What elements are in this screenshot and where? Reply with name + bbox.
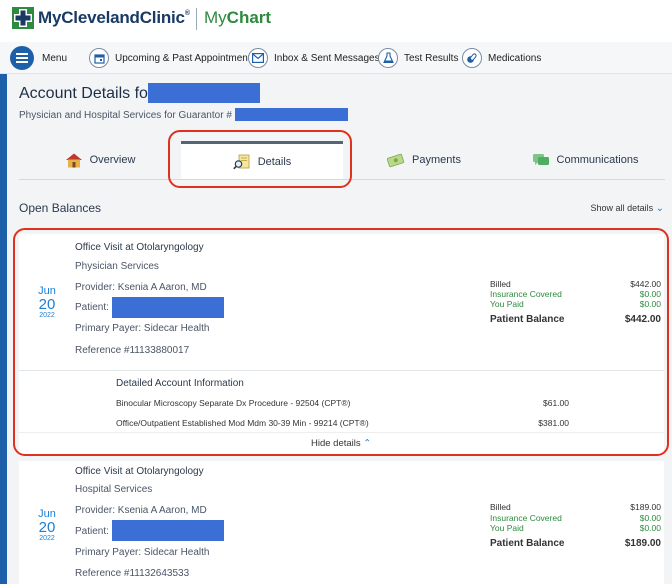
you-paid-amount: $0.00 — [639, 523, 661, 533]
insurance-amount: $0.00 — [639, 513, 661, 523]
tab-communications-label: Communications — [556, 154, 639, 166]
redacted-account-name — [148, 83, 260, 103]
nav-appointments[interactable]: Upcoming & Past Appointments — [89, 42, 256, 74]
tab-payments-label: Payments — [412, 154, 461, 166]
visit-payer: Primary Payer: Sidecar Health — [75, 547, 210, 558]
patient-balance-label: Patient Balance — [490, 538, 565, 549]
visit-day: 20 — [38, 519, 56, 536]
nav-medications[interactable]: Medications — [462, 42, 541, 74]
nav-messages[interactable]: Inbox & Sent Messages — [248, 42, 380, 74]
open-balances-title: Open Balances — [19, 201, 102, 215]
details-tab-highlight — [168, 130, 352, 188]
money-icon — [387, 153, 405, 168]
visit-service: Hospital Services — [75, 484, 153, 495]
tab-overview-label: Overview — [89, 154, 136, 166]
billed-amount: $189.00 — [630, 502, 661, 512]
visit-card-highlight — [13, 228, 669, 456]
mychart-logo[interactable]: MyChart — [204, 8, 271, 28]
billed-label: Billed — [490, 502, 511, 512]
page-subtitle: Physician and Hospital Services for Guar… — [19, 110, 232, 121]
tab-overview[interactable]: Overview — [19, 141, 181, 179]
brand-name[interactable]: MyClevelandClinic® — [38, 8, 190, 28]
redacted-guarantor-number — [235, 108, 348, 121]
cleveland-clinic-logo-icon — [12, 7, 34, 29]
menu-label: Menu — [42, 52, 68, 64]
visit-year: 2022 — [39, 535, 55, 542]
nav-appointments-label: Upcoming & Past Appointments — [115, 52, 256, 64]
tab-payments[interactable]: Payments — [343, 141, 505, 179]
visit-title: Office Visit at Otolaryngology — [75, 466, 204, 477]
page-title: Account Details for — [19, 85, 154, 102]
pills-icon — [462, 48, 482, 68]
logo-divider — [196, 8, 197, 30]
patient-balance-amount: $189.00 — [624, 538, 661, 549]
menu-button[interactable]: Menu — [10, 42, 67, 74]
visit-patient-label: Patient: — [75, 526, 109, 537]
flask-icon — [378, 48, 398, 68]
nav-bar: Menu Upcoming & Past Appointments Inbox … — [0, 42, 672, 74]
calendar-icon — [89, 48, 109, 68]
nav-test-results-label: Test Results — [404, 52, 459, 64]
tab-communications[interactable]: Communications — [505, 141, 665, 179]
chevron-down-icon: ⌄ — [655, 203, 664, 214]
hamburger-icon — [10, 46, 34, 70]
envelope-icon — [248, 48, 268, 68]
visit-reference: Reference #11132643533 — [75, 568, 190, 579]
house-icon — [65, 153, 82, 168]
you-paid-label: You Paid — [490, 523, 524, 533]
insurance-label: Insurance Covered — [490, 513, 562, 523]
left-accent-stripe — [0, 74, 7, 584]
show-all-details-link[interactable]: Show all details ⌄ — [591, 203, 664, 214]
nav-medications-label: Medications — [488, 52, 542, 64]
nav-test-results[interactable]: Test Results — [378, 42, 458, 74]
header: MyClevelandClinic® MyChart — [0, 0, 672, 38]
chat-bubbles-icon — [532, 154, 549, 165]
visit-provider: Provider: Ksenia A Aaron, MD — [75, 505, 207, 516]
redacted-patient-name — [112, 520, 224, 541]
nav-messages-label: Inbox & Sent Messages — [274, 52, 380, 64]
